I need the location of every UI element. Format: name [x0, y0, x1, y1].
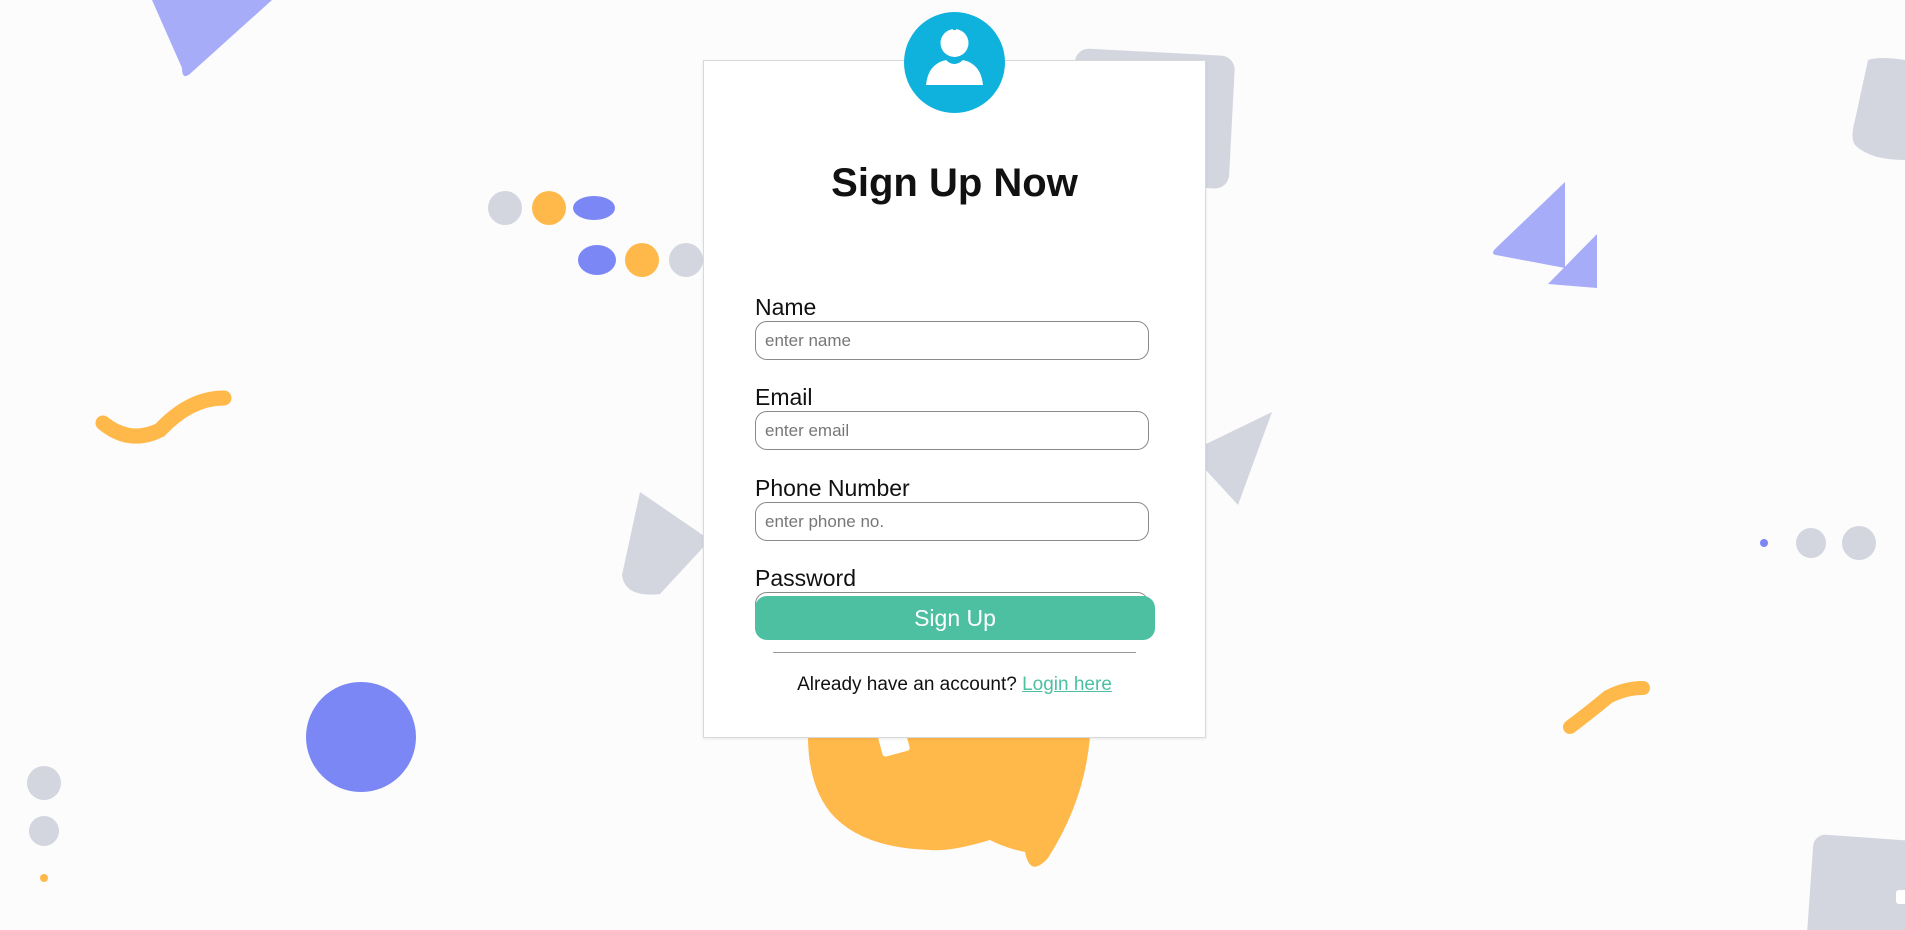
phone-input[interactable]: [755, 502, 1149, 541]
login-link[interactable]: Login here: [1022, 674, 1112, 695]
bg-lavender-triangle-right: [1493, 182, 1565, 268]
page-title: Sign Up Now: [831, 161, 1078, 205]
email-input[interactable]: [755, 411, 1149, 450]
bg-blue-circle: [306, 682, 416, 792]
email-label: Email: [755, 384, 813, 410]
bg-lavender-triangle-top-left: [152, 0, 272, 77]
bg-gray-dot: [1796, 528, 1826, 558]
bg-gray-dot: [27, 766, 61, 800]
bg-gray-dot: [669, 243, 703, 277]
bg-blue-dot: [578, 245, 616, 275]
bg-gray-dot: [488, 191, 522, 225]
bg-blue-dot: [573, 196, 615, 220]
bg-yellow-squiggle-left: [95, 390, 232, 444]
phone-label: Phone Number: [755, 475, 910, 501]
login-prompt-line: Already have an account? Login here: [704, 674, 1205, 696]
bg-yellow-squiggle-right: [1563, 681, 1650, 734]
bg-white-chip: [1896, 890, 1905, 904]
bg-yellow-dot: [625, 243, 659, 277]
user-avatar-icon: [926, 24, 983, 85]
bg-yellow-speech-bubble: [808, 736, 1090, 867]
bg-gray-triangle-right: [1204, 412, 1272, 505]
name-input[interactable]: [755, 321, 1149, 360]
password-label: Password: [755, 565, 856, 591]
name-label: Name: [755, 294, 817, 320]
bg-blue-dot-small: [1760, 539, 1768, 547]
signup-card: Sign Up Now Name Email Phone Number Pass…: [703, 60, 1206, 738]
avatar: [904, 12, 1005, 113]
bg-gray-dot: [1842, 526, 1876, 560]
bg-yellow-dot: [532, 191, 566, 225]
divider: [773, 652, 1136, 653]
bg-gray-dot: [29, 816, 59, 846]
bg-yellow-dot-small: [40, 874, 48, 882]
bg-gray-shape-right: [1852, 58, 1905, 160]
bg-gray-square-bottom-right: [1807, 834, 1905, 930]
login-prompt-text: Already have an account?: [797, 674, 1017, 695]
signup-button[interactable]: Sign Up: [755, 596, 1155, 640]
bg-gray-triangle-left: [622, 492, 710, 595]
